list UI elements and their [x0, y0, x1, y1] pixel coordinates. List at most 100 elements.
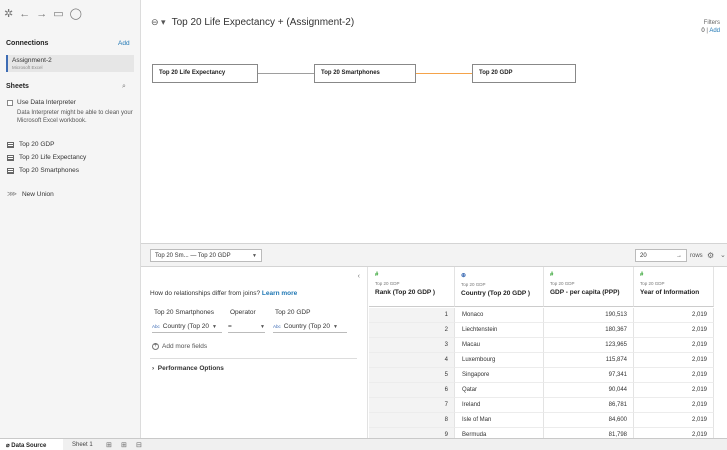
plus-circle-icon: +: [152, 343, 159, 350]
table-icon: [7, 167, 14, 174]
table-row: 3 Macau 123,965 2,019: [369, 338, 727, 353]
column-header-rank[interactable]: # Top 20 GDP Rank (Top 20 GDP ): [369, 267, 455, 307]
column-header-gdp[interactable]: # Top 20 GDP GDP - per capita (PPP): [544, 267, 634, 307]
table-cell: 5: [369, 368, 455, 383]
table-cell: Ireland: [455, 398, 544, 413]
rows-value: 20: [640, 252, 647, 259]
table-cell: Isle of Man: [455, 413, 544, 428]
table-row: 5 Singapore 97,341 2,019: [369, 368, 727, 383]
table-cell: Qatar: [455, 383, 544, 398]
number-type-icon[interactable]: #: [640, 272, 707, 278]
relationship-line[interactable]: [258, 73, 314, 74]
table-cell: 115,874: [544, 353, 634, 368]
rows-input[interactable]: 20 →: [635, 249, 687, 262]
filters-label: Filters: [703, 20, 720, 26]
arrow-left-icon[interactable]: ←: [19, 8, 30, 20]
sheet-item-label: Top 20 Life Expectancy: [19, 154, 87, 161]
right-field-select[interactable]: Abc Country (Top 20 ▼: [273, 321, 347, 333]
chevron-down-icon: ▼: [252, 252, 257, 259]
table-cell: 84,600: [544, 413, 634, 428]
datasource-icon[interactable]: ⊖ ▾: [151, 17, 166, 28]
gear-icon[interactable]: ⚙: [707, 251, 714, 260]
data-interpreter-label: Use Data Interpreter: [17, 99, 76, 106]
new-union[interactable]: ⋙ New Union: [7, 190, 54, 199]
chevron-down-icon[interactable]: ⌄: [720, 251, 726, 259]
table-row: 6 Qatar 90,044 2,019: [369, 383, 727, 398]
relationship-line-selected[interactable]: [416, 73, 472, 74]
sheet-item-top-20-gdp[interactable]: Top 20 GDP: [7, 141, 54, 148]
learn-more-link[interactable]: Learn more: [262, 290, 297, 297]
column-header-country[interactable]: ⊕ Top 20 GDP Country (Top 20 GDP ): [455, 267, 544, 307]
sheets-title: Sheets: [6, 83, 29, 90]
tab-sheet-1[interactable]: Sheet 1: [72, 442, 93, 448]
table-cell: 7: [369, 398, 455, 413]
table-cell: Bermuda: [455, 428, 544, 438]
performance-options-label: Performance Options: [157, 365, 224, 372]
left-field-value: Country (Top 20: [162, 323, 210, 330]
table-cell: 2,019: [634, 383, 714, 398]
column-name: Country (Top 20 GDP ): [461, 290, 531, 297]
operator-select[interactable]: = ▼: [228, 321, 265, 333]
string-type-icon: Abc: [273, 324, 281, 329]
column-name: Year of Information: [640, 289, 700, 296]
table-cell: 86,781: [544, 398, 634, 413]
add-more-fields-button[interactable]: + Add more fields: [152, 343, 207, 350]
tab-data-source-label: Data Source: [11, 443, 47, 449]
collapse-left-icon[interactable]: ‹: [358, 273, 360, 280]
relationship-help: How do relationships differ from joins? …: [150, 290, 297, 297]
column-header-year[interactable]: # Top 20 GDP Year of Information: [634, 267, 714, 307]
arrow-right-icon[interactable]: →: [36, 8, 47, 20]
tableau-logo-icon[interactable]: ✲: [4, 8, 13, 20]
number-type-icon[interactable]: #: [550, 272, 627, 278]
table-cell: 6: [369, 383, 455, 398]
add-filter-link[interactable]: Add: [709, 28, 720, 34]
use-data-interpreter[interactable]: Use Data Interpreter: [7, 99, 76, 106]
add-more-fields-label: Add more fields: [162, 343, 208, 350]
table-cell: 3: [369, 338, 455, 353]
table-cell: 123,965: [544, 338, 634, 353]
table-cell: 2,019: [634, 338, 714, 353]
left-sidebar: ✲ ← → ▭ ◯ Connections Add Assignment-2 M…: [0, 0, 141, 438]
page-title[interactable]: Top 20 Life Expectancy + (Assignment-2): [172, 17, 355, 28]
table-cell: 2,019: [634, 308, 714, 323]
table-row: 7 Ireland 86,781 2,019: [369, 398, 727, 413]
refresh-icon[interactable]: ◯: [70, 8, 82, 20]
tab-data-source[interactable]: ⌀ Data Source: [0, 439, 63, 450]
column-source: Top 20 GDP: [461, 282, 486, 287]
performance-options-toggle[interactable]: › Performance Options: [152, 365, 224, 372]
globe-icon[interactable]: ⊕: [461, 272, 537, 279]
save-icon[interactable]: ▭: [53, 8, 63, 20]
new-dashboard-icon[interactable]: ⊞: [121, 441, 127, 449]
relationship-question: How do relationships differ from joins?: [150, 290, 261, 297]
new-story-icon[interactable]: ⊟: [136, 441, 142, 449]
table-cell: Liechtenstein: [455, 323, 544, 338]
node-top-20-gdp[interactable]: Top 20 GDP: [472, 64, 576, 83]
left-field-select[interactable]: Abc Country (Top 20 ▼: [152, 321, 222, 333]
sheet-item-top-20-life-expectancy[interactable]: Top 20 Life Expectancy: [7, 154, 86, 161]
operator-label: Operator: [230, 309, 256, 316]
lower-pane-toolbar: Top 20 Sm... — Top 20 GDP ▼ 20 → rows ⚙ …: [141, 243, 727, 267]
divider: [150, 358, 357, 359]
sheet-item-top-20-smartphones[interactable]: Top 20 Smartphones: [7, 167, 79, 174]
right-table-label: Top 20 GDP: [275, 309, 311, 316]
table-cell: 90,044: [544, 383, 634, 398]
node-top-20-life-expectancy[interactable]: Top 20 Life Expectancy: [152, 64, 258, 83]
toolbar: ✲ ← → ▭ ◯: [4, 8, 82, 20]
number-type-icon[interactable]: #: [375, 272, 448, 278]
right-field-value: Country (Top 20: [283, 323, 331, 330]
table-row: 4 Luxembourg 115,874 2,019: [369, 353, 727, 368]
search-icon[interactable]: ⌕: [122, 83, 126, 91]
relationship-select[interactable]: Top 20 Sm... — Top 20 GDP ▼: [150, 249, 262, 262]
table-row: 2 Liechtenstein 180,367 2,019: [369, 323, 727, 338]
new-worksheet-icon[interactable]: ⊞: [106, 441, 112, 449]
data-interpreter-checkbox[interactable]: [7, 99, 13, 106]
connection-card[interactable]: Assignment-2 Microsoft Excel: [6, 55, 134, 72]
chevron-down-icon: ▼: [260, 323, 265, 330]
column-name: Rank (Top 20 GDP ): [375, 289, 436, 296]
data-interpreter-description: Data Interpreter might be able to clean …: [17, 110, 133, 124]
node-top-20-smartphones[interactable]: Top 20 Smartphones: [314, 64, 416, 83]
column-name: GDP - per capita (PPP): [550, 289, 620, 296]
table-cell: 1: [369, 308, 455, 323]
table-cell: 2,019: [634, 398, 714, 413]
add-connection-link[interactable]: Add: [118, 40, 130, 47]
